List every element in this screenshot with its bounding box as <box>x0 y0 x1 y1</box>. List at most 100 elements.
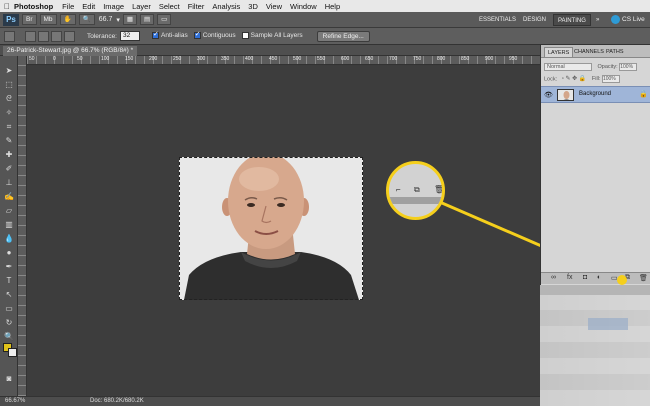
add-selection-icon[interactable] <box>38 30 49 42</box>
arrange-documents-button[interactable]: ▤ <box>140 14 155 25</box>
ruler-label: 200 <box>149 56 158 62</box>
lock-pixels-icon[interactable]: ▫ ✎ ✥ 🔒 <box>562 76 587 82</box>
contiguous-check-icon[interactable] <box>193 30 201 40</box>
tab-paths[interactable]: PATHS <box>603 47 627 57</box>
document-tab-bar: 26-Patrick-Stewart.jpg @ 66.7% (RGB/8#) … <box>0 45 540 56</box>
workspace-painting[interactable]: PAINTING <box>553 14 591 26</box>
view-extras-button[interactable]: ▦ <box>122 14 138 25</box>
new-selection-icon[interactable] <box>25 30 36 42</box>
clone-stamp-tool-icon[interactable]: ⊥ <box>2 178 16 188</box>
opacity-input[interactable]: 100% <box>619 63 638 71</box>
lock-label: Lock: <box>544 76 558 83</box>
zoom-dropdown-icon[interactable]: ▾ <box>116 16 120 24</box>
menu-bar:  Photoshop File Edit Image Layer Select… <box>0 0 650 12</box>
visibility-eye-icon[interactable]: 👁 <box>544 91 553 99</box>
screen-mode-button[interactable]: ▭ <box>157 14 172 25</box>
layer-style-fx-icon[interactable]: fx <box>567 274 572 281</box>
hand-tool-icon[interactable]: ✋ <box>59 14 76 25</box>
workspace-essentials[interactable]: ESSENTIALS <box>475 14 520 26</box>
sample-all-layers-checkbox[interactable]: Sample All Layers <box>241 32 303 40</box>
delete-layer-icon[interactable]: 🗑 <box>639 274 648 282</box>
anti-alias-check-icon[interactable] <box>152 30 159 40</box>
eyedropper-tool-icon[interactable]: ✎ <box>2 136 16 146</box>
blur-tool-icon[interactable]: 💧 <box>2 234 16 244</box>
menu-view[interactable]: View <box>266 2 282 11</box>
ruler-label: 900 <box>485 56 494 62</box>
magic-wand-tool-icon[interactable]: ✧ <box>2 108 16 118</box>
intersect-selection-icon[interactable] <box>64 30 75 42</box>
adjustment-layer-icon[interactable]: ◐ <box>597 274 601 281</box>
path-selection-tool-icon[interactable]: ↖ <box>2 290 16 300</box>
brush-tool-icon[interactable]: ✐ <box>2 164 16 174</box>
crop-tool-icon[interactable]: ⌗ <box>2 122 16 132</box>
dodge-tool-icon[interactable]: ● <box>2 248 16 258</box>
status-doc-size: Doc: 680.2K/680.2K <box>90 398 144 404</box>
fill-input[interactable]: 100% <box>601 75 620 83</box>
contiguous-checkbox[interactable]: Contiguous <box>193 30 236 40</box>
menu-analysis[interactable]: Analysis <box>212 2 240 11</box>
blurred-panel-area <box>540 285 650 406</box>
contiguous-label: Contiguous <box>202 32 236 40</box>
pen-tool-icon[interactable]: ✒ <box>2 262 16 272</box>
zoom-level[interactable]: 66.7 <box>99 16 113 23</box>
menu-filter[interactable]: Filter <box>188 2 205 11</box>
ruler-label: 400 <box>245 56 254 62</box>
refine-edge-button[interactable]: Refine Edge... <box>316 30 370 42</box>
tab-layers[interactable]: LAYERS <box>544 47 574 57</box>
subtract-selection-icon[interactable] <box>51 30 62 42</box>
menu-select[interactable]: Select <box>159 2 180 11</box>
zoom-tool-icon[interactable]: 🔍 <box>78 14 95 25</box>
sample-all-check-icon[interactable] <box>241 32 249 40</box>
ruler-label: 800 <box>437 56 446 62</box>
apple-icon[interactable]:  <box>0 2 14 11</box>
zoom-tool-sidebar-icon[interactable]: 🔍 <box>2 332 16 342</box>
menu-help[interactable]: Help <box>325 2 340 11</box>
menu-window[interactable]: Window <box>290 2 317 11</box>
ruler-label: 650 <box>365 56 374 62</box>
ruler-label: 100 <box>101 56 110 62</box>
menu-layer[interactable]: Layer <box>132 2 151 11</box>
ruler-label: 600 <box>341 56 350 62</box>
blend-mode-select[interactable]: Normal <box>544 63 592 71</box>
vertical-ruler <box>18 56 27 396</box>
marquee-tool-icon[interactable]: ⬚ <box>2 80 16 90</box>
link-layers-footer-icon[interactable]: ∞ <box>551 274 556 281</box>
trash-icon: 🗑 <box>434 185 445 194</box>
layer-row-background[interactable]: 👁 Background 🔒 <box>541 86 650 103</box>
gradient-tool-icon[interactable]: ▥ <box>2 220 16 230</box>
move-tool-icon[interactable]: ➤ <box>2 66 16 76</box>
quick-mask-icon[interactable]: ◙ <box>2 374 16 384</box>
cs-live-button[interactable]: CS Live <box>611 14 645 26</box>
3d-rotate-tool-icon[interactable]: ↻ <box>2 318 16 328</box>
history-brush-tool-icon[interactable]: ✍ <box>2 192 16 202</box>
menu-3d[interactable]: 3D <box>248 2 258 11</box>
app-name-menu[interactable]: Photoshop <box>14 2 53 11</box>
shape-tool-icon[interactable]: ▭ <box>2 304 16 314</box>
workspace-design[interactable]: DESIGN <box>519 14 550 26</box>
magic-wand-preset-icon[interactable] <box>4 30 15 42</box>
workspace-more-icon[interactable]: » <box>592 14 603 26</box>
bridge-button[interactable]: Br <box>22 14 37 25</box>
tolerance-input[interactable]: 32 <box>120 31 140 41</box>
fill-label: Fill: <box>591 76 601 83</box>
eraser-tool-icon[interactable]: ▱ <box>2 206 16 216</box>
tab-channels[interactable]: CHANNELS <box>571 47 607 57</box>
type-tool-icon[interactable]: T <box>2 276 16 286</box>
healing-brush-tool-icon[interactable]: ✚ <box>2 150 16 160</box>
anti-alias-checkbox[interactable]: Anti-alias <box>152 30 188 40</box>
menu-file[interactable]: File <box>62 2 74 11</box>
lasso-tool-icon[interactable]: ᘓ <box>2 94 16 104</box>
menu-image[interactable]: Image <box>103 2 124 11</box>
document-image[interactable] <box>179 157 363 300</box>
status-zoom[interactable]: 66.67% <box>5 398 25 404</box>
ruler-label: 850 <box>461 56 470 62</box>
minibridge-button[interactable]: Mb <box>39 14 57 25</box>
highlight-dot <box>617 275 627 285</box>
ruler-label: 150 <box>125 56 134 62</box>
lock-row: Lock: ▫ ✎ ✥ 🔒 Fill: 100% <box>544 75 648 85</box>
ruler-label: 750 <box>413 56 422 62</box>
document-tab[interactable]: 26-Patrick-Stewart.jpg @ 66.7% (RGB/8#) … <box>3 46 138 56</box>
background-color-swatch[interactable] <box>8 348 17 357</box>
menu-edit[interactable]: Edit <box>82 2 95 11</box>
add-mask-icon[interactable]: ◘ <box>583 274 587 281</box>
